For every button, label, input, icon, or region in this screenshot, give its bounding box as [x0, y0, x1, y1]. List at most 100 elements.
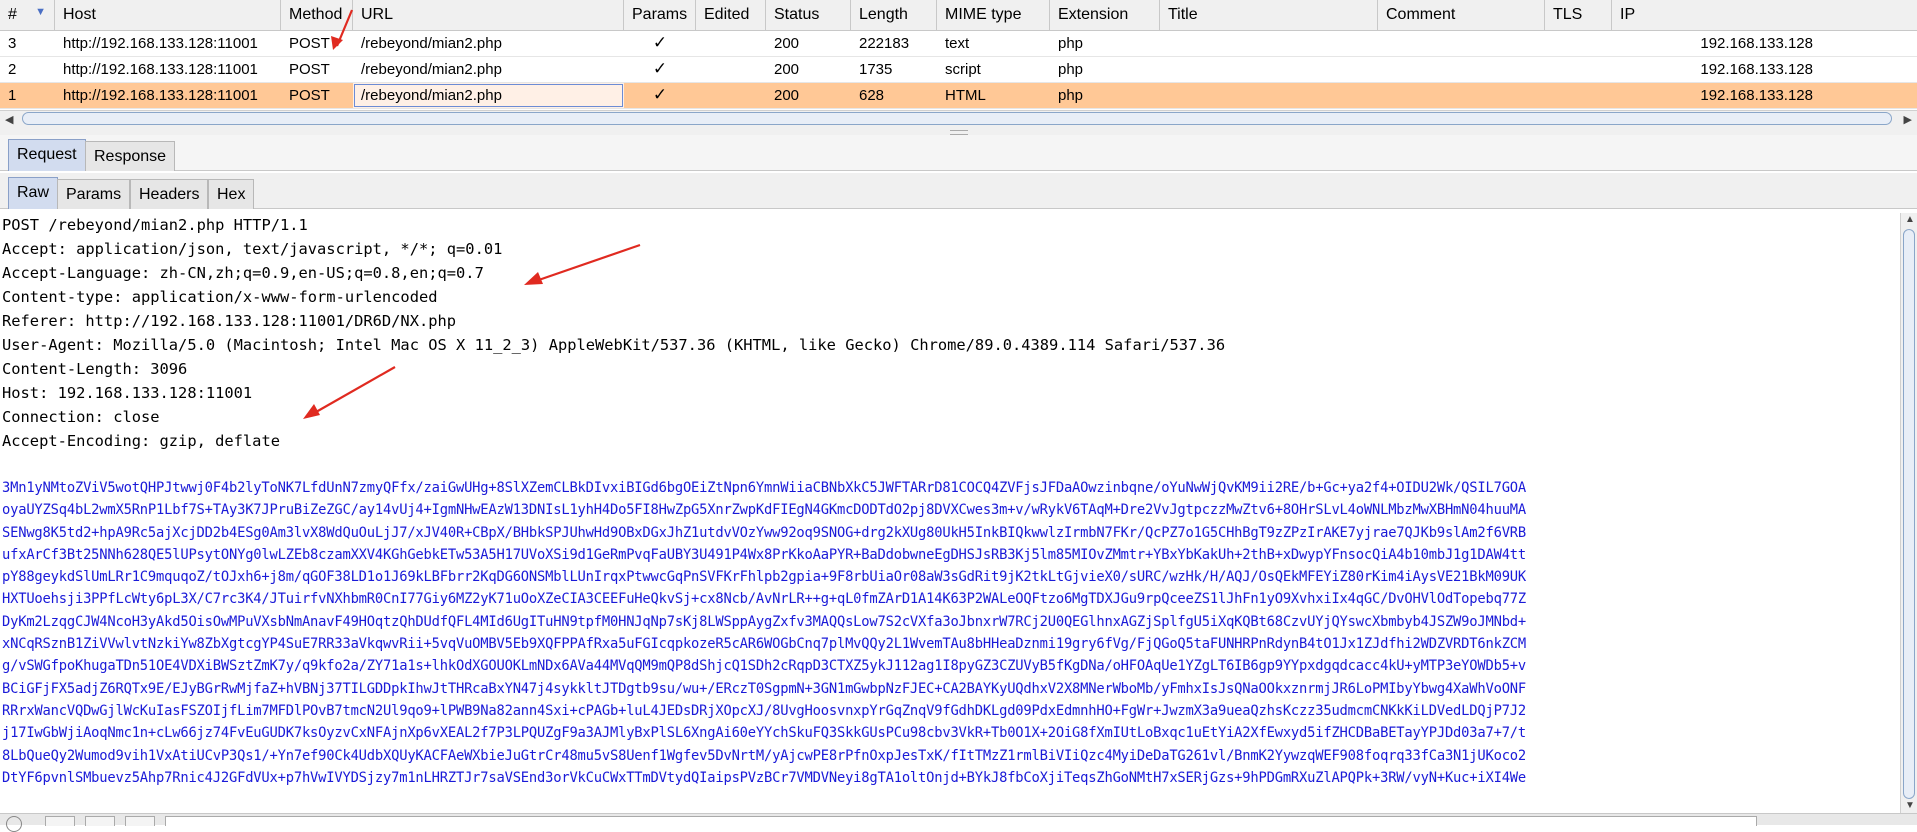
next-button[interactable] [125, 816, 155, 826]
add-button[interactable] [85, 816, 115, 826]
cell-status: 200 [774, 35, 800, 52]
cell-status: 200 [774, 87, 800, 104]
cell-ip: 192.168.133.128 [1700, 35, 1813, 52]
tab-headers[interactable]: Headers [130, 179, 209, 209]
cell-edited [696, 31, 766, 56]
cell-method: POST [289, 61, 330, 78]
cell-params-check: ✓ [652, 33, 668, 52]
tab-hex[interactable]: Hex [208, 179, 255, 209]
scrollbar-thumb[interactable] [1903, 229, 1915, 799]
table-header: # ▼ Host Method URL Params Edited Status … [0, 0, 1917, 31]
column-header-num[interactable]: # ▼ [0, 0, 55, 30]
cell-comment [1378, 31, 1545, 56]
cell-comment [1378, 57, 1545, 82]
header-line: Referer: http://192.168.133.128:11001/DR… [2, 312, 457, 330]
table-row-selected[interactable]: 1 http://192.168.133.128:11001 POST /reb… [0, 83, 1917, 109]
body-line: xNCqRSznB1ZiVVwlvtNzkiYw8ZbXgtcgYP4SuE7R… [2, 636, 1527, 653]
cell-params-check: ✓ [652, 59, 668, 78]
body-line: BCiGFjFX5adjZ6RQTx9E/EJyBGrRwMjfaZ+hVBNj… [2, 680, 1527, 697]
cell-num: 2 [8, 61, 17, 78]
column-header-extension[interactable]: Extension [1050, 0, 1160, 30]
column-header-title[interactable]: Title [1160, 0, 1378, 30]
table-row[interactable]: 3 http://192.168.133.128:11001 POST /reb… [0, 31, 1917, 57]
cell-num: 1 [8, 87, 17, 104]
header-line: Accept-Language: zh-CN,zh;q=0.9,en-US;q=… [2, 264, 484, 282]
header-line: Accept-Encoding: gzip, deflate [2, 432, 280, 450]
column-header-mime-type[interactable]: MIME type [937, 0, 1050, 30]
sort-desc-icon[interactable]: ▼ [35, 6, 46, 18]
column-header-length[interactable]: Length [851, 0, 937, 30]
scrollbar-thumb[interactable] [22, 112, 1892, 125]
message-view-tabs: Raw Params Headers Hex [0, 173, 1917, 209]
body-line: oyaUYZSq4bL2wmX5RnP1Lbf7S+TAy3K7JPruBiZe… [2, 502, 1527, 519]
cell-tls [1545, 83, 1612, 108]
help-icon[interactable] [6, 816, 22, 832]
column-header-status[interactable]: Status [766, 0, 851, 30]
tab-response[interactable]: Response [85, 141, 176, 171]
cell-title [1160, 57, 1378, 82]
cell-num: 3 [8, 35, 17, 52]
cell-mime: script [945, 61, 981, 78]
request-response-tabs: Request Response [0, 135, 1917, 171]
scroll-down-icon[interactable]: ▼ [1905, 800, 1915, 811]
column-header-tls[interactable]: TLS [1545, 0, 1612, 30]
tab-raw[interactable]: Raw [8, 177, 59, 209]
cell-url: /rebeyond/mian2.php [353, 83, 624, 108]
cell-tls [1545, 31, 1612, 56]
table-horizontal-scrollbar[interactable]: ◀ ▶ [0, 110, 1917, 129]
body-line: j17IwGbWjiAoqNmc1n+cLw66jz74FvEuGUDK7ksO… [2, 725, 1527, 742]
column-header-host[interactable]: Host [55, 0, 281, 30]
cell-mime: HTML [945, 87, 986, 104]
scroll-right-icon[interactable]: ▶ [1904, 113, 1912, 126]
header-line: Accept: application/json, text/javascrip… [2, 240, 503, 258]
header-line: Host: 192.168.133.128:11001 [2, 384, 253, 402]
cell-tls [1545, 57, 1612, 82]
body-line: SENwg8K5td2+hpA9Rc5ajXcjDD2b4ESg0Am3lvX8… [2, 524, 1527, 541]
body-line: DyKm2LzqgCJW4NcoH3yAkd5OisOwMPuVXsbNmAna… [2, 613, 1527, 630]
previous-button[interactable] [45, 816, 75, 826]
body-line: DtYF6pvnlSMbuevz5Ahp7Rnic4J2GFdVUx+p7hVw… [2, 769, 1527, 786]
tab-request[interactable]: Request [8, 139, 86, 171]
cell-extension: php [1058, 87, 1084, 104]
cell-edited [696, 83, 766, 108]
column-header-params[interactable]: Params [624, 0, 696, 30]
request-line: POST /rebeyond/mian2.php HTTP/1.1 [2, 216, 308, 234]
header-line: Content-Length: 3096 [2, 360, 188, 378]
cell-title [1160, 83, 1378, 108]
cell-extension: php [1058, 35, 1084, 52]
body-line: g/vSWGfpoKhugaTDn51OE4VDXiBWSztZmK7y/q9k… [2, 658, 1527, 675]
scroll-up-icon[interactable]: ▲ [1905, 214, 1915, 225]
scroll-left-icon[interactable]: ◀ [5, 113, 13, 126]
cell-method: POST [289, 87, 330, 104]
cell-length: 222183 [859, 35, 910, 52]
cell-host: http://192.168.133.128:11001 [63, 61, 258, 78]
cell-title [1160, 31, 1378, 56]
request-history-table: # ▼ Host Method URL Params Edited Status … [0, 0, 1917, 112]
cell-host: http://192.168.133.128:11001 [63, 35, 258, 52]
body-line: 3Mn1yNMtoZViV5wotQHPJtwwj0F4b2lyToNK7Lfd… [2, 480, 1527, 496]
tab-params[interactable]: Params [57, 179, 131, 209]
header-line: User-Agent: Mozilla/5.0 (Macintosh; Inte… [2, 336, 1226, 354]
column-header-method[interactable]: Method [281, 0, 353, 30]
table-row[interactable]: 2 http://192.168.133.128:11001 POST /reb… [0, 57, 1917, 83]
cell-params-check: ✓ [652, 85, 668, 104]
cell-edited [696, 57, 766, 82]
column-header-url[interactable]: URL [353, 0, 624, 30]
column-header-edited[interactable]: Edited [696, 0, 766, 30]
cell-length: 628 [859, 87, 885, 104]
column-header-comment[interactable]: Comment [1378, 0, 1545, 30]
cell-status: 200 [774, 61, 800, 78]
search-input[interactable] [165, 816, 1757, 826]
editor-vertical-scrollbar[interactable]: ▲ ▼ [1900, 213, 1917, 813]
cell-url: /rebeyond/mian2.php [361, 35, 502, 52]
cell-method: POST [289, 35, 330, 52]
body-line: pY88geykdSlUmLRr1C9mquqoZ/tOJxh6+j8m/qGO… [2, 569, 1527, 586]
cell-mime: text [945, 35, 970, 52]
cell-ip: 192.168.133.128 [1700, 61, 1813, 78]
cell-ip: 192.168.133.128 [1700, 87, 1813, 104]
raw-request-editor[interactable]: POST /rebeyond/mian2.php HTTP/1.1 Accept… [0, 213, 1897, 813]
cell-host: http://192.168.133.128:11001 [63, 87, 258, 104]
body-line: RRrxWancVQDwGjlWcKuIasFSZOIjfLim7MFDlPOv… [2, 702, 1527, 719]
column-header-ip[interactable]: IP [1612, 0, 1817, 30]
